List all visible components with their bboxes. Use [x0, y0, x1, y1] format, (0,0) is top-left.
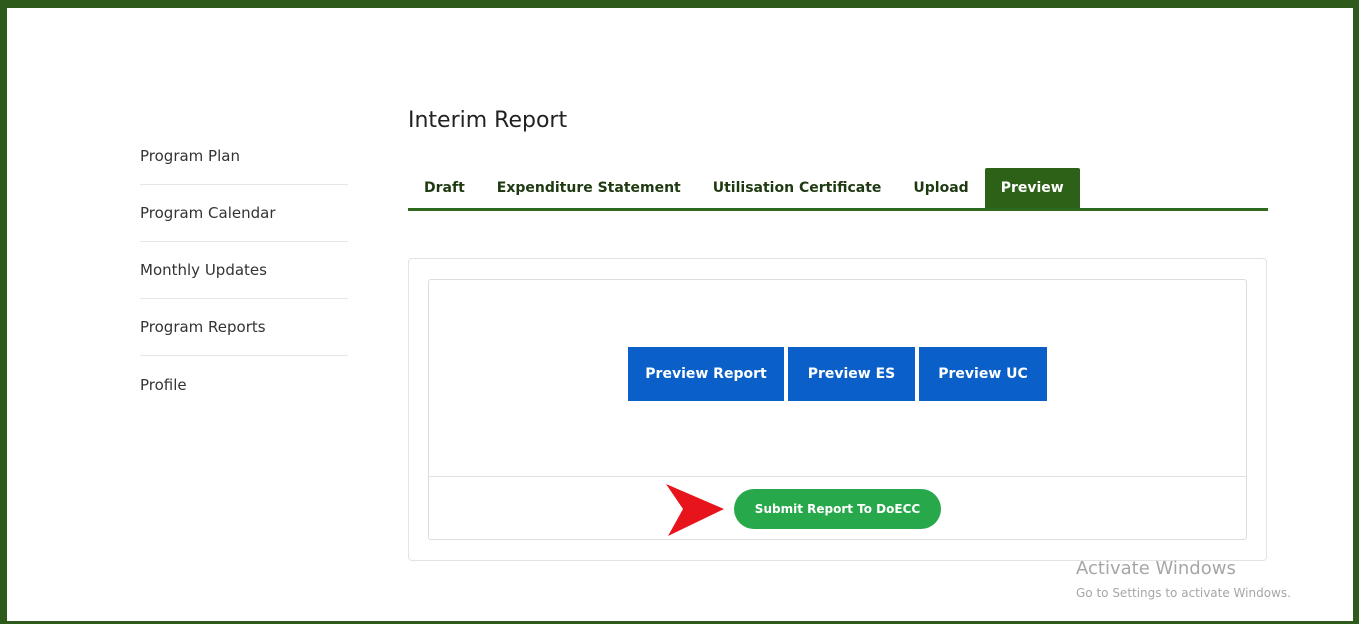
watermark-subtitle: Go to Settings to activate Windows. [1076, 586, 1291, 600]
preview-card: Preview Report Preview ES Preview UC Sub… [428, 279, 1247, 540]
sidebar: Program Plan Program Calendar Monthly Up… [140, 128, 348, 413]
preview-es-button[interactable]: Preview ES [788, 347, 915, 401]
sidebar-item-monthly-updates[interactable]: Monthly Updates [140, 242, 348, 299]
sidebar-item-program-calendar[interactable]: Program Calendar [140, 185, 348, 242]
tab-preview[interactable]: Preview [984, 168, 1080, 208]
watermark-title: Activate Windows [1076, 558, 1236, 579]
preview-uc-button[interactable]: Preview UC [919, 347, 1047, 401]
preview-report-button[interactable]: Preview Report [628, 347, 784, 401]
submit-report-button[interactable]: Submit Report To DoECC [734, 489, 941, 529]
tab-expenditure-statement[interactable]: Expenditure Statement [481, 168, 697, 208]
preview-button-group: Preview Report Preview ES Preview UC [628, 347, 1047, 401]
tab-utilisation-certificate[interactable]: Utilisation Certificate [697, 168, 898, 208]
page-title: Interim Report [408, 108, 568, 133]
activate-windows-watermark: Activate Windows Go to Settings to activ… [1076, 558, 1291, 602]
tab-draft[interactable]: Draft [408, 168, 481, 208]
window-frame: Program Plan Program Calendar Monthly Up… [0, 0, 1359, 624]
card-footer-divider [429, 476, 1246, 477]
tab-upload[interactable]: Upload [897, 168, 984, 208]
sidebar-item-program-plan[interactable]: Program Plan [140, 128, 348, 185]
red-arrow-icon [666, 482, 726, 542]
sidebar-item-profile[interactable]: Profile [140, 356, 348, 413]
report-tabs: Draft Expenditure Statement Utilisation … [408, 168, 1268, 211]
sidebar-item-program-reports[interactable]: Program Reports [140, 299, 348, 356]
